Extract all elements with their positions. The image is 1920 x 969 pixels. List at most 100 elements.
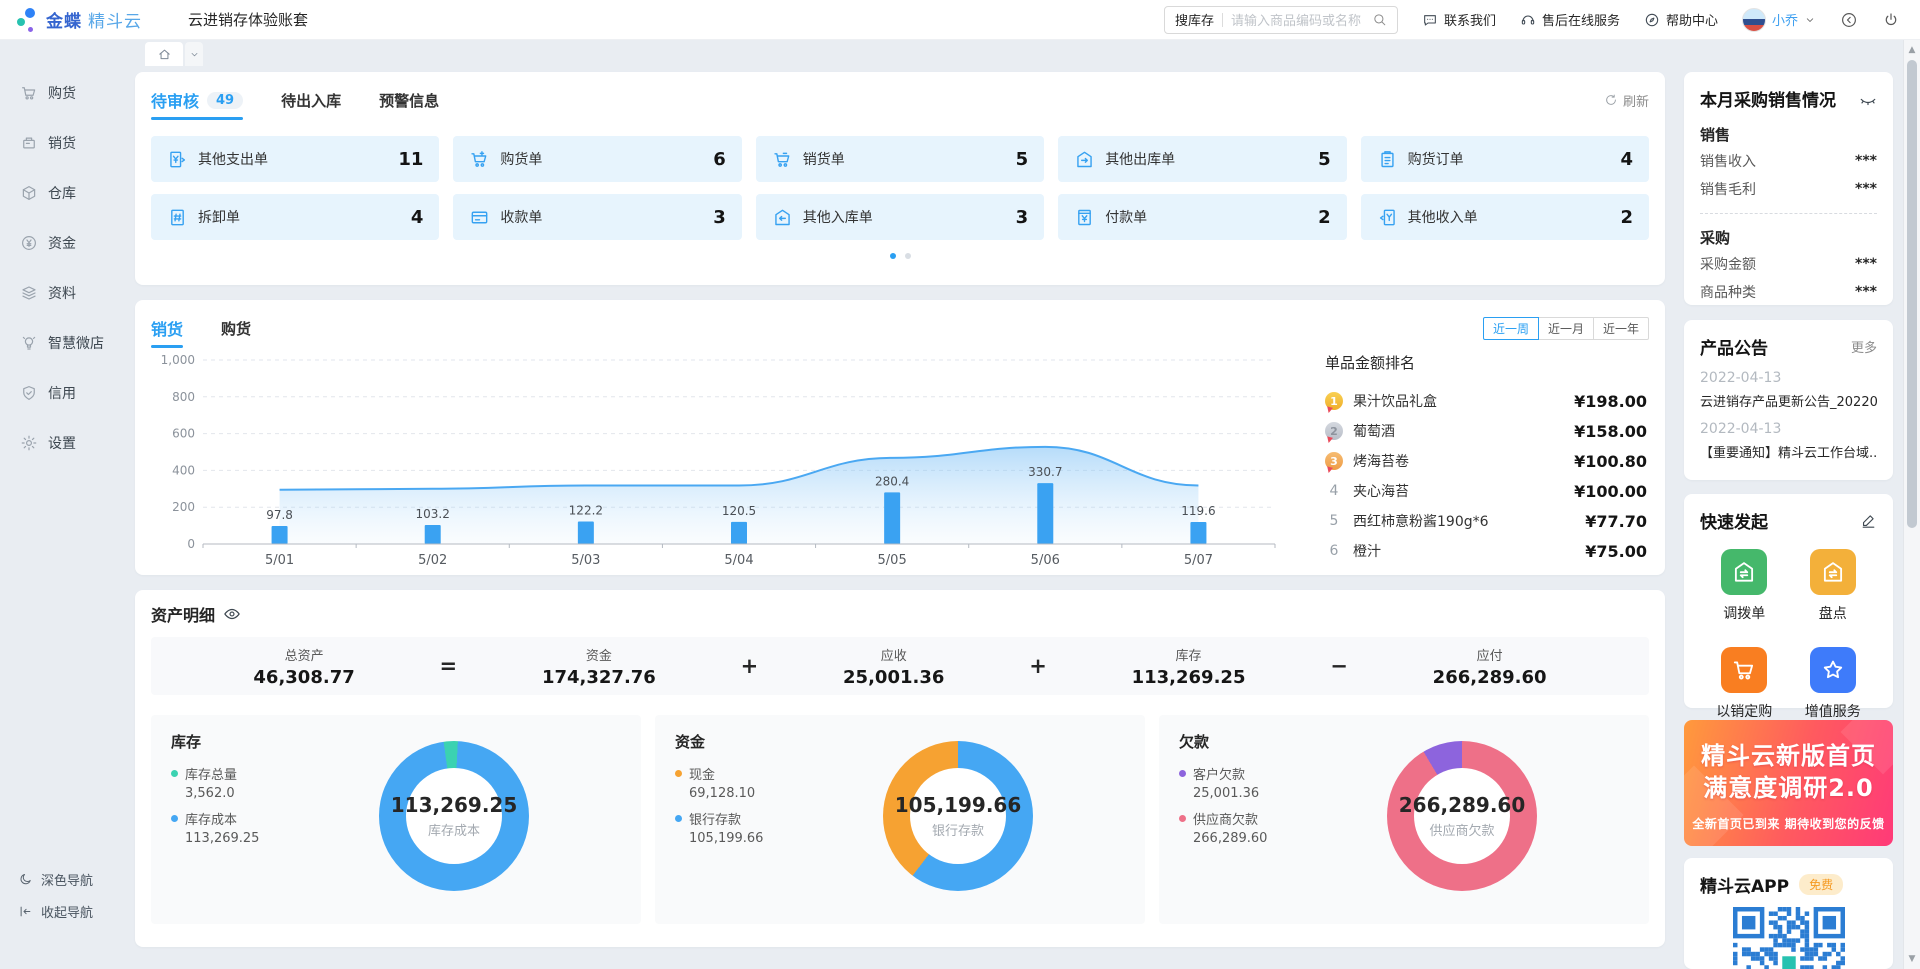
quick-item-增值服务[interactable]: 增值服务 <box>1805 647 1861 721</box>
stocktake-icon <box>1820 559 1846 585</box>
doc-card-其他支出单[interactable]: 其他支出单11 <box>151 136 439 182</box>
sidebar-footer-label: 深色导航 <box>41 870 93 889</box>
user-menu[interactable]: 小乔 <box>1742 8 1816 32</box>
sidebar: 购货销货仓库资金资料智慧微店信用设置 深色导航收起导航 <box>0 40 119 969</box>
rank-amount: ¥77.70 <box>1585 512 1647 531</box>
sidebar-item-资金[interactable]: 资金 <box>0 218 119 268</box>
range-button-近一周[interactable]: 近一周 <box>1483 317 1539 340</box>
sidebar-footer-收起导航[interactable]: 收起导航 <box>0 895 119 927</box>
scroll-down-arrow[interactable]: ▼ <box>1904 951 1920 967</box>
eye-closed-icon[interactable] <box>1859 90 1877 108</box>
medal-icon: 3 <box>1325 452 1343 470</box>
sidebar-item-资料[interactable]: 资料 <box>0 268 119 318</box>
more-link[interactable]: 更多 <box>1851 337 1877 356</box>
contact-us-link[interactable]: 联系我们 <box>1422 10 1496 29</box>
tab-purchase[interactable]: 购货 <box>221 318 251 339</box>
svg-text:280.4: 280.4 <box>875 474 909 488</box>
sidebar-item-智慧微店[interactable]: 智慧微店 <box>0 318 119 368</box>
sidebar-item-仓库[interactable]: 仓库 <box>0 168 119 218</box>
doc-card-销货单[interactable]: 销货单5 <box>756 136 1044 182</box>
todo-tab-预警信息[interactable]: 预警信息 <box>379 90 439 111</box>
asset-panel-title: 欠款 <box>1179 731 1629 752</box>
doc-card-label: 其他入库单 <box>803 207 873 227</box>
back-icon[interactable] <box>1840 11 1858 29</box>
tab-sales[interactable]: 销货 <box>151 316 183 340</box>
quick-item-label: 增值服务 <box>1805 701 1861 721</box>
page-dot-2[interactable] <box>905 253 911 259</box>
scrollbar-thumb[interactable] <box>1907 60 1917 528</box>
inventory-search-input[interactable]: 搜库存 请输入商品编码或名称 <box>1164 6 1398 34</box>
rank-row[interactable]: 6橙汁¥75.00 <box>1325 536 1647 566</box>
todo-tab-label: 待出入库 <box>281 90 341 111</box>
doc-card-购货单[interactable]: 购货单6 <box>453 136 741 182</box>
refresh-label: 刷新 <box>1623 91 1649 110</box>
quick-item-盘点[interactable]: 盘点 <box>1810 549 1856 623</box>
summary-row-value: *** <box>1855 153 1877 169</box>
formula-value: 25,001.36 <box>843 667 944 688</box>
todo-card: 待审核49 待出入库 预警信息 刷新 其他支出单11 购货单6 销货单5 其他出库单5 购货… <box>135 72 1665 285</box>
inbound-house-icon <box>772 207 793 228</box>
rank-row[interactable]: 3烤海苔卷¥100.80 <box>1325 446 1647 476</box>
scroll-up-arrow[interactable]: ▲ <box>1904 42 1920 58</box>
survey-banner[interactable]: 精斗云新版首页 满意度调研2.0 全新首页已到来 期待收到您的反馈 <box>1684 720 1893 846</box>
doc-card-购货订单[interactable]: 购货订单4 <box>1361 136 1649 182</box>
medal-icon: 1 <box>1325 392 1343 410</box>
sidebar-item-销货[interactable]: 销货 <box>0 118 119 168</box>
range-button-近一月[interactable]: 近一月 <box>1538 317 1594 340</box>
doc-card-其他入库单[interactable]: 其他入库单3 <box>756 194 1044 240</box>
rank-row[interactable]: 5西红柿意粉酱190g*6¥77.70 <box>1325 506 1647 536</box>
legend-dot <box>1179 815 1186 822</box>
donut-center-value: 113,269.25 <box>391 793 518 817</box>
summary-row-label: 采购金额 <box>1700 254 1756 274</box>
sidebar-footer-深色导航[interactable]: 深色导航 <box>0 863 119 895</box>
help-center-link[interactable]: 帮助中心 <box>1644 10 1718 29</box>
rank-row[interactable]: 1果汁饮品礼盒¥198.00 <box>1325 386 1647 416</box>
banner-subtitle: 全新首页已到来 期待收到您的反馈 <box>1684 815 1893 832</box>
sidebar-item-设置[interactable]: 设置 <box>0 418 119 468</box>
todo-tab-待出入库[interactable]: 待出入库 <box>281 90 341 111</box>
doc-card-其他收入单[interactable]: 其他收入单2 <box>1361 194 1649 240</box>
formula-value: 46,308.77 <box>253 667 354 688</box>
payment-doc-icon <box>1074 207 1095 228</box>
app-logo[interactable]: 金蝶 精斗云 <box>0 6 142 34</box>
doc-card-收款单[interactable]: 收款单3 <box>453 194 741 240</box>
doc-card-拆卸单[interactable]: 拆卸单4 <box>151 194 439 240</box>
yen-circle-icon <box>20 234 38 252</box>
announcement-item[interactable]: 2022-04-13【重要通知】精斗云工作台域... <box>1700 421 1877 461</box>
doc-card-label: 购货订单 <box>1408 149 1464 169</box>
search-icon[interactable] <box>1372 12 1387 27</box>
page-dot-1[interactable] <box>890 253 896 259</box>
summary-divider <box>1700 213 1877 214</box>
formula-item-库存: 库存113,269.25 <box>1132 645 1246 688</box>
eye-open-icon[interactable] <box>223 605 241 623</box>
quick-item-以销定购[interactable]: 以销定购 <box>1716 647 1772 721</box>
home-tab[interactable] <box>145 42 183 66</box>
donut-center-label: 供应商欠款 <box>1429 820 1494 839</box>
income-doc-icon <box>1377 207 1398 228</box>
after-sales-service-link[interactable]: 售后在线服务 <box>1520 10 1620 29</box>
power-icon[interactable] <box>1882 11 1900 29</box>
formula-operator: + <box>741 654 759 678</box>
sidebar-item-购货[interactable]: 购货 <box>0 68 119 118</box>
rank-row[interactable]: 4夹心海苔¥100.00 <box>1325 476 1647 506</box>
donut-center-label: 银行存款 <box>932 820 984 839</box>
asset-panel-title: 库存 <box>171 731 621 752</box>
doc-card-label: 其他收入单 <box>1408 207 1478 227</box>
purchase-cart-icon <box>469 149 490 170</box>
sidebar-item-信用[interactable]: 信用 <box>0 368 119 418</box>
rank-product-name: 西红柿意粉酱190g*6 <box>1353 511 1585 531</box>
refresh-button[interactable]: 刷新 <box>1604 91 1649 110</box>
edit-icon[interactable] <box>1860 512 1877 529</box>
quick-item-调拨单[interactable]: 调拨单 <box>1721 549 1767 623</box>
announcement-item[interactable]: 2022-04-13云进销存产品更新公告_20220... <box>1700 370 1877 410</box>
doc-card-count: 5 <box>1016 149 1029 170</box>
sales-trend-card: 销货 购货 近一周近一月近一年 02004006008001,00097.810… <box>135 300 1665 575</box>
range-button-近一年[interactable]: 近一年 <box>1593 317 1649 340</box>
rank-medal-wrap: 2 <box>1325 422 1345 440</box>
rank-row[interactable]: 2葡萄酒¥158.00 <box>1325 416 1647 446</box>
doc-card-其他出库单[interactable]: 其他出库单5 <box>1058 136 1346 182</box>
tab-dropdown-button[interactable] <box>185 42 203 66</box>
todo-tab-待审核[interactable]: 待审核49 <box>151 88 243 112</box>
doc-card-付款单[interactable]: 付款单2 <box>1058 194 1346 240</box>
main-content: 待审核49 待出入库 预警信息 刷新 其他支出单11 购货单6 销货单5 其他出库单5 购货… <box>135 72 1665 947</box>
